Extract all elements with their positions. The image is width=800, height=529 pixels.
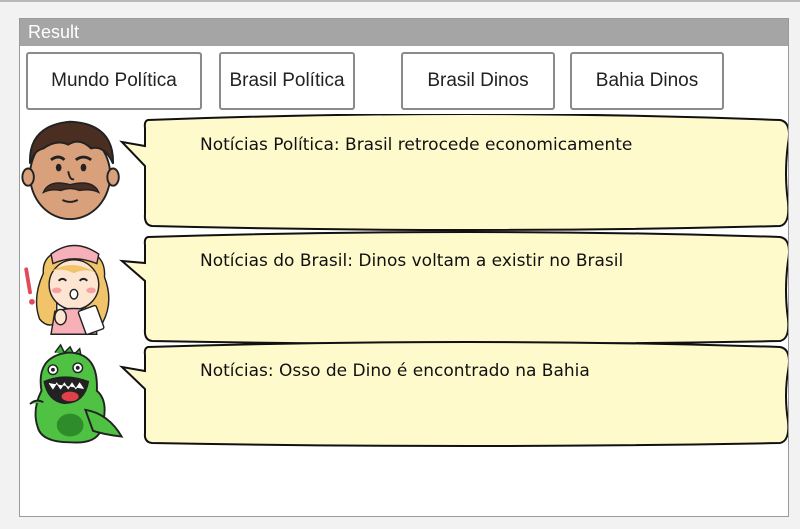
speech-bubble [119,114,788,231]
button-row: Mundo Política Brasil Política Brasil Di… [20,52,788,112]
panel-header: Result [20,19,788,46]
brasil-politica-button[interactable]: Brasil Política [219,52,355,110]
mundo-politica-button[interactable]: Mundo Política [26,52,202,110]
news-text: Notícias: Osso de Dino é encontrado na B… [200,361,590,381]
news-item: Notícias Política: Brasil retrocede econ… [20,114,788,234]
speech-bubble [118,341,788,447]
news-text: Notícias do Brasil: Dinos voltam a exist… [200,251,624,271]
news-item: Notícias do Brasil: Dinos voltam a exist… [20,231,788,346]
bahia-dinos-button[interactable]: Bahia Dinos [570,52,724,110]
brasil-dinos-button[interactable]: Brasil Dinos [401,52,555,110]
result-panel: Result Mundo Política Brasil Política Br… [19,18,789,517]
speech-bubble [119,231,788,345]
top-divider [0,0,800,2]
news-text: Notícias Política: Brasil retrocede econ… [200,135,633,155]
news-item: Notícias: Osso de Dino é encontrado na B… [20,341,788,451]
